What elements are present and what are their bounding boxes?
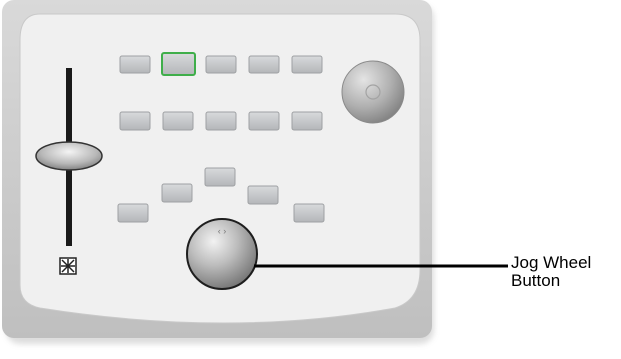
- svg-text:‹ ›: ‹ ›: [218, 226, 227, 236]
- top-row-key-4[interactable]: [248, 55, 280, 74]
- middle-row-key-3[interactable]: [205, 111, 237, 131]
- middle-row-key-4[interactable]: [248, 111, 280, 131]
- arc-key-3[interactable]: [204, 167, 236, 187]
- middle-row-keys: [119, 111, 323, 131]
- middle-row-key-5[interactable]: [291, 111, 323, 131]
- middle-row-key-2[interactable]: [162, 111, 194, 131]
- top-row-key-1[interactable]: [119, 55, 151, 74]
- round-button-icon[interactable]: [341, 60, 405, 124]
- jog-wheel-button-callout: Jog Wheel Button: [511, 254, 591, 290]
- jog-wheel-icon[interactable]: ‹ ›: [186, 218, 258, 290]
- fader-knob[interactable]: [35, 141, 103, 171]
- asterisk-box-icon: [59, 257, 77, 275]
- callout-line-2: Button: [511, 271, 561, 290]
- arc-key-1[interactable]: [117, 203, 149, 223]
- top-row-key-2[interactable]: [161, 52, 196, 76]
- control-panel-diagram: ‹ › Jog Wheel Button: [0, 0, 621, 354]
- top-row-key-3[interactable]: [205, 55, 237, 74]
- top-row-key-5[interactable]: [291, 55, 323, 74]
- middle-row-key-1[interactable]: [119, 111, 151, 131]
- callout-line-1: Jog Wheel: [511, 253, 592, 272]
- control-panel-illustration: ‹ ›: [2, 0, 508, 344]
- arc-key-2[interactable]: [161, 183, 193, 203]
- arc-key-4[interactable]: [247, 185, 279, 205]
- arc-key-5[interactable]: [293, 203, 325, 223]
